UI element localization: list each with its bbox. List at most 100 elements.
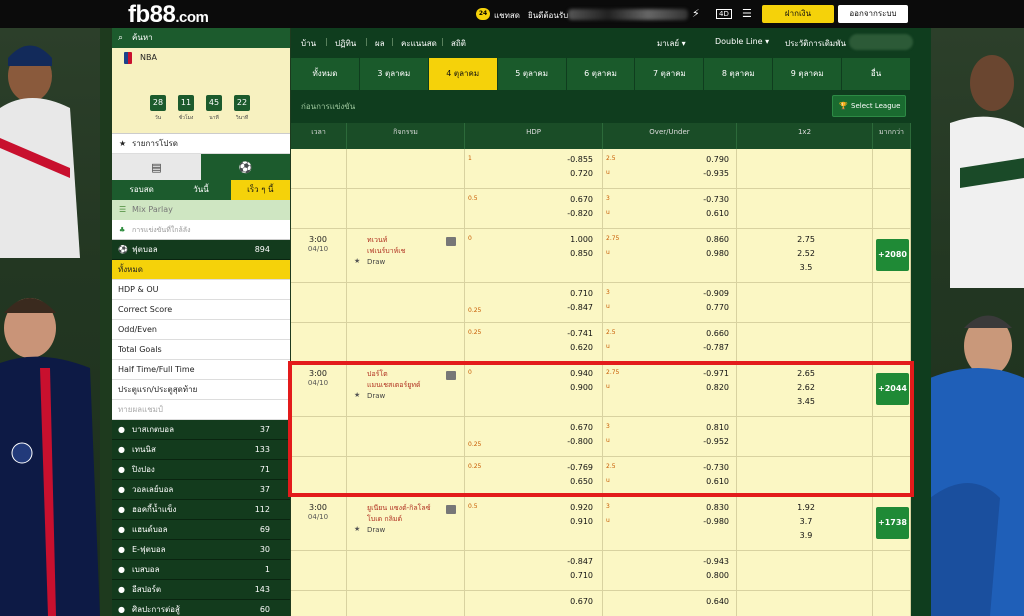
sidebar-item-esports[interactable]: ● อีสปอร์ต 143 xyxy=(112,580,290,600)
away-team[interactable]: แมนเชสเตอร์ยูทด์ xyxy=(367,380,421,391)
date-tab[interactable]: 8 ตุลาคม xyxy=(704,58,774,90)
football-sub-total-goals[interactable]: Total Goals xyxy=(112,340,290,360)
date-tab-active[interactable]: 4 ตุลาคม xyxy=(428,58,498,90)
sidebar-item-handball[interactable]: ● แฮนด์บอล 69 xyxy=(112,520,290,540)
football-sub-first-last-goal[interactable]: ประตูแรก/ประตูสุดท้าย xyxy=(112,380,290,400)
hdp-home-odds[interactable]: 1.000 xyxy=(553,235,593,244)
select-league-button[interactable]: 🏆 Select League xyxy=(832,95,906,117)
favorite-star-icon[interactable]: ★ xyxy=(354,525,360,533)
football-sub-ht-ft[interactable]: Half Time/Full Time xyxy=(112,360,290,380)
odds-1x2[interactable]: 2.62 xyxy=(781,383,831,392)
tab-early[interactable]: เร็ว ๆ นี้ xyxy=(230,180,290,200)
sidebar-item-table-tennis[interactable]: ● ปิงปอง 71 xyxy=(112,460,290,480)
under-odds[interactable]: 0.610 xyxy=(689,209,729,218)
under-odds[interactable]: 0.770 xyxy=(689,303,729,312)
date-tab-all[interactable]: ทั้งหมด xyxy=(291,58,360,90)
under-odds[interactable]: 0.820 xyxy=(689,383,729,392)
odds-1x2[interactable]: 2.52 xyxy=(781,249,831,258)
odds-1x2[interactable]: 3.5 xyxy=(781,263,831,272)
under-odds[interactable]: -0.935 xyxy=(689,169,729,178)
over-odds[interactable]: -0.730 xyxy=(689,463,729,472)
live-chat-label[interactable]: แชทสด xyxy=(494,9,520,22)
favorite-star-icon[interactable]: ★ xyxy=(354,391,360,399)
home-team[interactable]: ยูเนียน แซงต์-กิลโลซ์ xyxy=(367,503,430,514)
date-tab-other[interactable]: อื่น xyxy=(842,58,912,90)
sidebar-item-e-football[interactable]: ● E-ฟุตบอล 30 xyxy=(112,540,290,560)
sidebar-item-volleyball[interactable]: ● วอลเลย์บอล 37 xyxy=(112,480,290,500)
deposit-button[interactable]: ฝากเงิน xyxy=(762,5,834,23)
nav-results[interactable]: ผล xyxy=(375,37,385,50)
live-chat-icon[interactable]: 24 xyxy=(476,8,490,20)
more-markets-button[interactable]: +1738 xyxy=(876,507,909,539)
hdp-away-odds[interactable]: 0.900 xyxy=(553,383,593,392)
over-odds[interactable]: 0.640 xyxy=(689,597,729,606)
odds-1x2[interactable]: 3.45 xyxy=(781,397,831,406)
stats-icon[interactable] xyxy=(446,371,456,380)
hdp-away-odds[interactable]: 0.620 xyxy=(553,343,593,352)
over-odds[interactable]: 0.790 xyxy=(689,155,729,164)
over-odds[interactable]: -0.909 xyxy=(689,289,729,298)
sidebar-item-ice-hockey[interactable]: ● ฮอคกี้น้ำแข็ง 112 xyxy=(112,500,290,520)
hdp-home-odds[interactable]: -0.847 xyxy=(553,557,593,566)
odds-type-select[interactable]: มาเลย์ ▾ xyxy=(657,37,686,50)
date-tab[interactable]: 7 ตุลาคม xyxy=(635,58,705,90)
date-tab[interactable]: 5 ตุลาคม xyxy=(497,58,567,90)
football-view-icon[interactable]: ⚽ xyxy=(201,154,290,180)
odds-1x2[interactable]: 2.75 xyxy=(781,235,831,244)
list-icon[interactable]: ☰ xyxy=(742,7,752,20)
over-odds[interactable]: -0.943 xyxy=(689,557,729,566)
sidebar-item-tennis[interactable]: ● เทนนิส 133 xyxy=(112,440,290,460)
date-tab[interactable]: 6 ตุลาคม xyxy=(566,58,636,90)
hdp-home-odds[interactable]: 0.940 xyxy=(553,369,593,378)
stats-icon[interactable] xyxy=(446,505,456,514)
over-odds[interactable]: 0.860 xyxy=(689,235,729,244)
away-team[interactable]: เฟเนร์บาห์เช xyxy=(367,246,405,257)
football-sub-hdp-ou[interactable]: HDP & OU xyxy=(112,280,290,300)
stats-icon[interactable] xyxy=(446,237,456,246)
hdp-away-odds[interactable]: 0.850 xyxy=(553,249,593,258)
sidebar-item-football[interactable]: ⚽ ฟุตบอล 894 xyxy=(112,240,290,260)
hdp-away-odds[interactable]: 0.720 xyxy=(553,169,593,178)
over-odds[interactable]: -0.971 xyxy=(689,369,729,378)
hdp-away-odds[interactable]: 0.650 xyxy=(553,477,593,486)
football-sub-correct-score[interactable]: Correct Score xyxy=(112,300,290,320)
away-team[interactable]: โบเด กลิมต์ xyxy=(367,514,402,525)
more-markets-button[interactable]: +2044 xyxy=(876,373,909,405)
under-odds[interactable]: 0.980 xyxy=(689,249,729,258)
nav-calendar[interactable]: ปฏิทิน xyxy=(335,37,356,50)
sidebar-item-basketball[interactable]: ● บาสเกตบอล 37 xyxy=(112,420,290,440)
tab-today[interactable]: วันนี้ xyxy=(171,180,231,200)
hdp-away-odds[interactable]: -0.800 xyxy=(553,437,593,446)
date-tab[interactable]: 9 ตุลาคม xyxy=(773,58,843,90)
hdp-away-odds[interactable]: -0.820 xyxy=(553,209,593,218)
over-odds[interactable]: -0.730 xyxy=(689,195,729,204)
odds-1x2[interactable]: 3.9 xyxy=(781,531,831,540)
under-odds[interactable]: 0.610 xyxy=(689,477,729,486)
sidebar-item-martial-arts[interactable]: ● ศิลปะการต่อสู้ 60 xyxy=(112,600,290,616)
date-tab[interactable]: 3 ตุลาคม xyxy=(359,58,429,90)
site-logo[interactable]: fb88.com xyxy=(128,1,209,29)
over-odds[interactable]: 0.660 xyxy=(689,329,729,338)
over-odds[interactable]: 0.830 xyxy=(689,503,729,512)
nba-countdown-panel[interactable]: NBA 28 11 45 22 วัน ชั่วโมง นาที วินาที xyxy=(112,48,290,134)
hdp-home-odds[interactable]: -0.741 xyxy=(553,329,593,338)
refresh-icon[interactable]: ⚡ xyxy=(692,7,700,20)
hdp-home-odds[interactable]: 0.670 xyxy=(553,195,593,204)
list-view-icon[interactable]: ▤ xyxy=(112,154,201,180)
upcoming-matches-item[interactable]: ♣ การแข่งขันที่ใกล้ลัง xyxy=(112,220,290,240)
hdp-away-odds[interactable]: 0.710 xyxy=(553,571,593,580)
hdp-away-odds[interactable]: 0.910 xyxy=(553,517,593,526)
under-odds[interactable]: -0.980 xyxy=(689,517,729,526)
over-odds[interactable]: 0.810 xyxy=(689,423,729,432)
under-odds[interactable]: -0.952 xyxy=(689,437,729,446)
tab-live[interactable]: รอบสด xyxy=(112,180,172,200)
home-team[interactable]: ทเวนท์ xyxy=(367,235,387,246)
under-odds[interactable]: -0.787 xyxy=(689,343,729,352)
under-odds[interactable]: 0.800 xyxy=(689,571,729,580)
football-sub-all[interactable]: ทั้งหมด xyxy=(112,260,290,280)
hdp-home-odds[interactable]: 0.710 xyxy=(553,289,593,298)
football-sub-odd-even[interactable]: Odd/Even xyxy=(112,320,290,340)
hdp-away-odds[interactable]: -0.847 xyxy=(553,303,593,312)
search-bar[interactable]: ⌕ ค้นหา xyxy=(112,28,290,48)
promo-4d-icon[interactable]: 4D xyxy=(716,9,732,19)
